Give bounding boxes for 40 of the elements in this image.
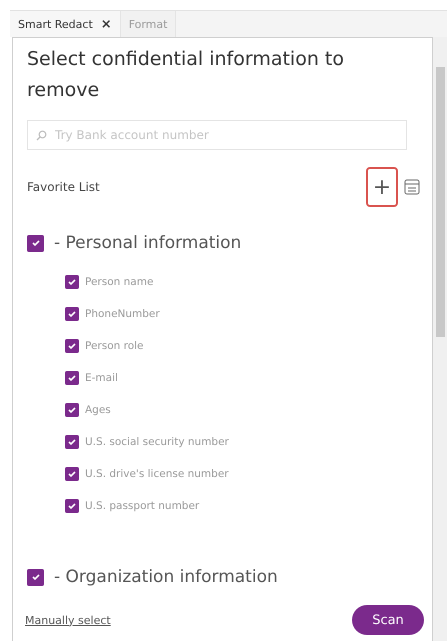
add-button[interactable]: + xyxy=(366,167,398,207)
scan-button[interactable]: Scan xyxy=(352,605,424,635)
checkbox[interactable] xyxy=(27,568,44,586)
option-label: U.S. drive's license number xyxy=(85,468,229,480)
list-icon[interactable] xyxy=(404,179,420,195)
checkbox[interactable] xyxy=(27,234,44,252)
checkbox[interactable] xyxy=(65,467,79,481)
option-label: U.S. social security number xyxy=(85,436,229,448)
option-label: Person name xyxy=(85,276,154,288)
checkbox[interactable] xyxy=(65,339,79,353)
search-field[interactable]: Try Bank account number xyxy=(27,120,407,150)
check-icon xyxy=(30,572,40,582)
search-icon xyxy=(36,130,47,140)
option-label: Person role xyxy=(85,340,144,352)
option-label: U.S. passport number xyxy=(85,500,200,512)
panel-title: Select confidential information to remove xyxy=(27,47,345,103)
option-label: Ages xyxy=(85,404,111,416)
check-icon xyxy=(30,238,40,248)
check-icon xyxy=(67,277,77,287)
checkbox[interactable] xyxy=(65,275,79,289)
group-label: - Organization information xyxy=(54,567,278,587)
option-label: PhoneNumber xyxy=(85,308,160,320)
check-icon xyxy=(67,501,77,511)
favorite-list-label: Favorite List xyxy=(27,180,101,194)
checkbox[interactable] xyxy=(65,499,79,513)
check-icon xyxy=(67,405,77,415)
checkbox[interactable] xyxy=(65,403,79,417)
checkbox[interactable] xyxy=(65,307,79,321)
close-icon[interactable]: × xyxy=(100,16,112,32)
checkbox[interactable] xyxy=(65,371,79,385)
check-icon xyxy=(67,437,77,447)
check-icon xyxy=(67,309,77,319)
group-label: - Personal information xyxy=(54,233,242,253)
manually-select-link[interactable]: Manually select xyxy=(25,614,111,626)
check-icon xyxy=(67,341,77,351)
check-icon xyxy=(67,373,77,383)
check-icon xyxy=(67,469,77,479)
checkbox[interactable] xyxy=(65,435,79,449)
option-label: E-mail xyxy=(85,372,118,384)
scrollbar[interactable] xyxy=(433,37,447,641)
